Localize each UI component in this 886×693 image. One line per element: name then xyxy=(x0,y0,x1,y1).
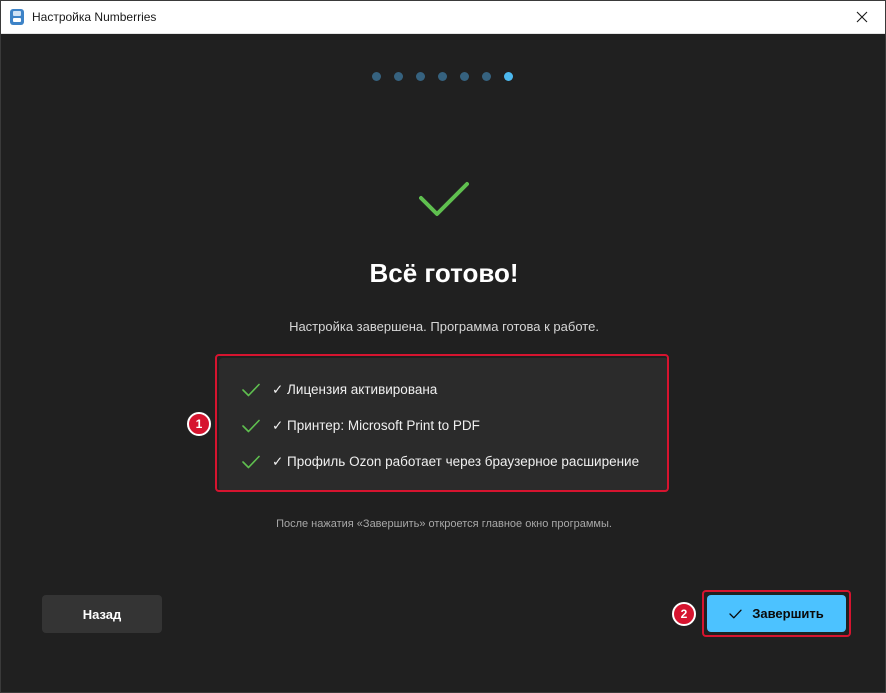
summary-item-label: ✓ Принтер: Microsoft Print to PDF xyxy=(272,418,480,433)
step-indicator xyxy=(372,72,513,81)
app-icon xyxy=(10,9,24,25)
step-dot xyxy=(482,72,491,81)
step-dot xyxy=(394,72,403,81)
summary-item-label: ✓ Профиль Ozon работает через браузерное… xyxy=(272,454,640,469)
page-title: Всё готово! xyxy=(369,258,519,288)
back-button[interactable]: Назад xyxy=(42,595,162,633)
success-check-icon xyxy=(419,182,469,216)
step-dot xyxy=(438,72,447,81)
summary-item-label: ✓ Лицензия активирована xyxy=(272,382,438,397)
window-title: Настройка Numberries xyxy=(32,10,157,24)
summary-item-ozon-profile: ✓ Профиль Ozon работает через браузерное… xyxy=(242,452,639,472)
summary-item-license: ✓ Лицензия активирована xyxy=(242,380,437,400)
finish-button-label: Завершить xyxy=(752,606,824,621)
close-icon xyxy=(856,11,868,23)
setup-summary-panel: ✓ Лицензия активирована ✓ Принтер: Micro… xyxy=(219,358,669,492)
close-button[interactable] xyxy=(839,1,885,33)
setup-window: Настройка Numberries Всё готово! Настрой… xyxy=(0,0,886,693)
page-subtitle: Настройка завершена. Программа готова к … xyxy=(289,319,599,334)
check-icon xyxy=(729,609,742,618)
check-icon xyxy=(242,419,260,433)
title-bar: Настройка Numberries xyxy=(1,1,885,34)
annotation-badge-2: 2 xyxy=(672,602,696,626)
step-dot-current xyxy=(504,72,513,81)
step-dot xyxy=(460,72,469,81)
finish-note: После нажатия «Завершить» откроется глав… xyxy=(276,518,612,530)
check-icon xyxy=(242,383,260,397)
step-dot xyxy=(372,72,381,81)
finish-button[interactable]: Завершить xyxy=(707,595,846,632)
step-dot xyxy=(416,72,425,81)
summary-item-printer: ✓ Принтер: Microsoft Print to PDF xyxy=(242,416,480,436)
annotation-badge-1: 1 xyxy=(187,412,211,436)
check-icon xyxy=(242,455,260,469)
